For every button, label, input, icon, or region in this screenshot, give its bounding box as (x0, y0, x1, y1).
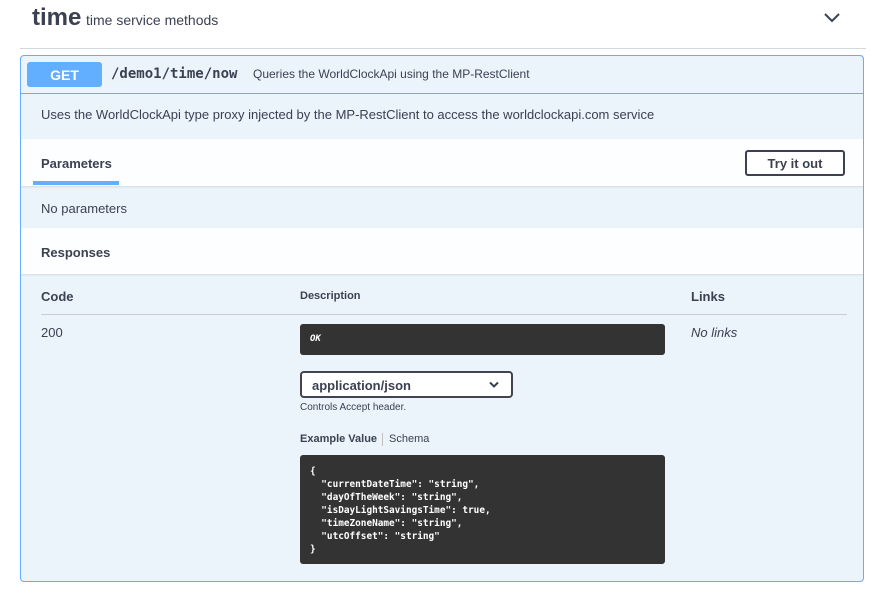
controls-accept-note: Controls Accept header. (300, 402, 407, 413)
parameters-header: Parameters Try it out (21, 139, 863, 186)
responses-header: Responses (21, 228, 863, 274)
example-value-json: { "currentDateTime": "string", "dayOfThe… (310, 466, 491, 555)
column-header-description: Description (300, 290, 361, 302)
tab-parameters[interactable]: Parameters (41, 156, 112, 171)
tab-example-value[interactable]: Example Value (300, 433, 377, 445)
tab-schema[interactable]: Schema (389, 433, 429, 445)
operation-description: Uses the WorldClockApi type proxy inject… (41, 107, 655, 122)
operation-summary[interactable]: GET /demo1/time/now Queries the WorldClo… (21, 56, 863, 94)
response-description-box: OK (300, 324, 665, 355)
operation-path: /demo1/time/now (111, 66, 238, 82)
no-parameters-text: No parameters (41, 201, 127, 216)
chevron-down-icon[interactable] (822, 10, 842, 26)
column-header-code: Code (41, 289, 74, 304)
operation-block: GET /demo1/time/now Queries the WorldClo… (20, 55, 864, 582)
response-description-text: OK (310, 334, 321, 344)
response-code: 200 (41, 325, 63, 340)
column-header-links: Links (691, 289, 725, 304)
media-type-select[interactable]: application/json (300, 371, 513, 398)
tab-divider (382, 433, 383, 446)
method-badge: GET (27, 62, 102, 87)
tag-name: time (32, 4, 82, 31)
try-it-out-button[interactable]: Try it out (745, 150, 845, 176)
response-links: No links (691, 325, 738, 340)
responses-title: Responses (41, 245, 111, 260)
media-type-value: application/json (312, 378, 411, 393)
chevron-down-icon (489, 381, 499, 388)
tag-description: time service methods (86, 12, 219, 28)
example-value-code-block: { "currentDateTime": "string", "dayOfThe… (300, 455, 665, 564)
tab-active-indicator (33, 181, 119, 185)
tag-section-header[interactable]: time time service methods (20, 0, 866, 49)
operation-summary-text: Queries the WorldClockApi using the MP-R… (253, 67, 530, 81)
table-divider (41, 314, 847, 315)
